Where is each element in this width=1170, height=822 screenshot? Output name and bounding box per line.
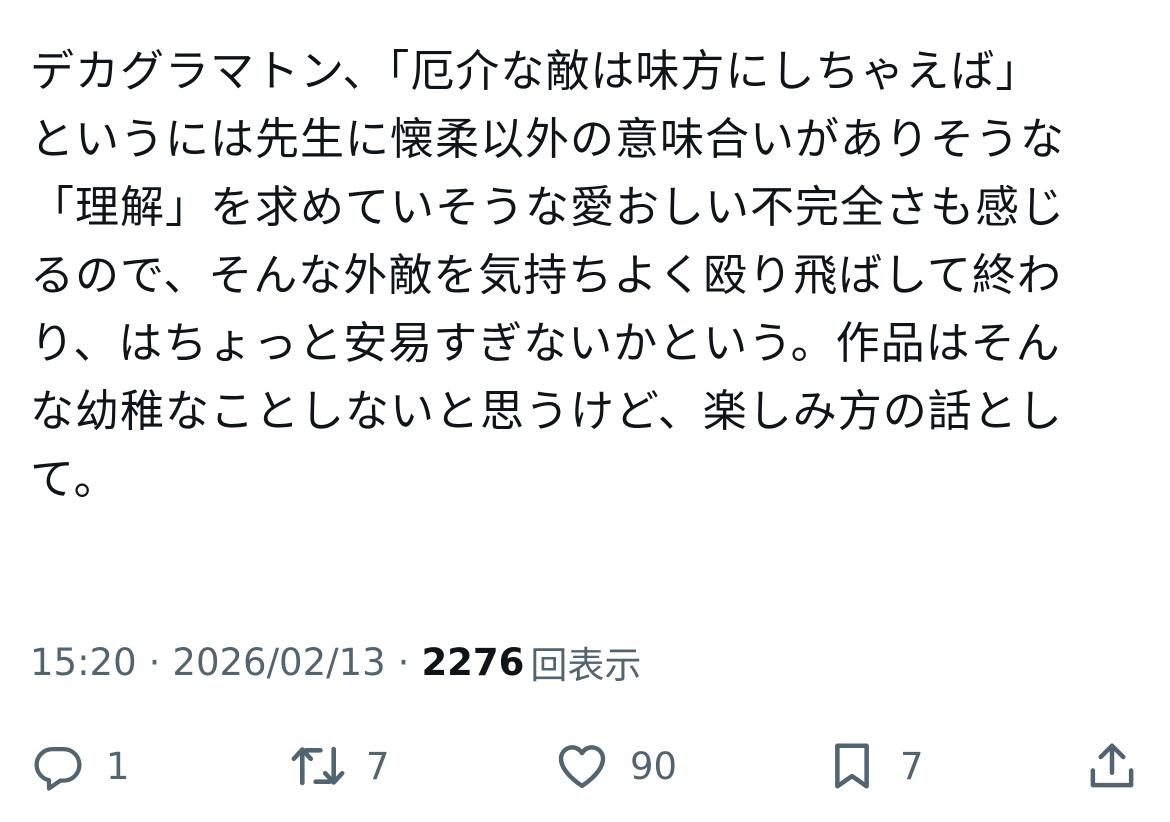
tweet-time[interactable]: 15:20 [30,641,137,684]
like-button[interactable]: 90 [552,730,677,802]
tweet-text: デカグラマトン、「厄介な敵は味方にしちゃえば」 というには先生に懐柔以外の意味合… [30,38,1135,514]
reply-button[interactable]: 1 [28,730,130,802]
tweet-text-line: な幼稚なことしないと思うけど、楽しみ方の話とし [30,386,1063,437]
repost-count: 7 [366,744,390,788]
tweet-text-line: デカグラマトン、「厄介な敵は味方にしちゃえば」 [30,46,1041,97]
share-icon [1082,736,1142,796]
repost-icon [288,736,348,796]
bookmark-button[interactable]: 7 [822,730,924,802]
action-bar: 1 7 90 7 [0,730,1170,802]
reply-count: 1 [106,744,130,788]
like-count: 90 [630,744,678,788]
heart-icon [552,736,612,796]
tweet-detail: デカグラマトン、「厄介な敵は味方にしちゃえば」 というには先生に懐柔以外の意味合… [0,0,1170,822]
share-button[interactable] [1082,730,1142,802]
tweet-date[interactable]: 2026/02/13 [172,641,385,684]
bookmark-icon [822,736,882,796]
repost-button[interactable]: 7 [288,730,390,802]
tweet-text-line: というには先生に懐柔以外の意味合いがありそうな [30,114,1065,165]
tweet-text-line: て。 [30,454,119,505]
tweet-meta: 15:20 · 2026/02/13 · 2276 回表示 [30,636,641,688]
meta-separator: · [397,640,410,684]
meta-separator: · [148,640,161,684]
tweet-text-line: るので、そんな外敵を気持ちよく殴り飛ばして終わ [30,250,1062,301]
tweet-text-line: り、はちょっと安易すぎないかという。作品はそん [30,318,1061,369]
views-count[interactable]: 2276 [421,641,524,684]
tweet-text-line: 「理解」を求めていそうな愛おしい不完全さも感じ [30,182,1065,233]
views-label[interactable]: 回表示 [530,635,641,689]
reply-icon [28,736,88,796]
bookmark-count: 7 [900,744,924,788]
